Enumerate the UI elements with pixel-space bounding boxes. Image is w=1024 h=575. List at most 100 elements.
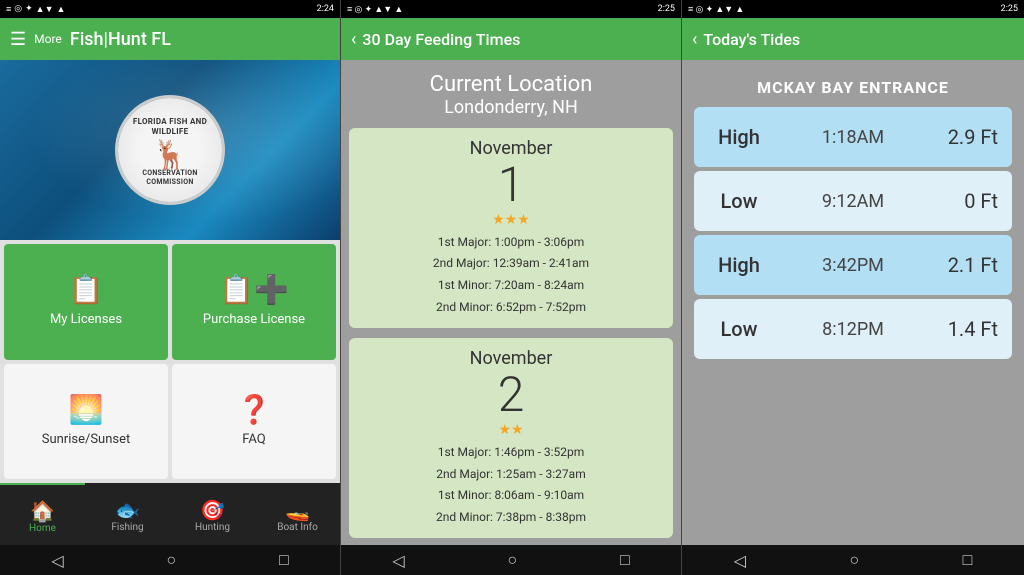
feeding-times-body: Current Location Londonderry, NH Novembe… — [341, 60, 681, 545]
time-3: 2:25 — [1001, 4, 1018, 14]
system-bar-1: ◁ ○ □ — [0, 545, 340, 575]
status-left-icons: ≡ ◎ ✦ ▲▼ ▲ — [6, 4, 65, 15]
recent-sys-btn-3[interactable]: □ — [963, 550, 973, 570]
menu-item-licenses[interactable]: 📋 My Licenses — [4, 244, 168, 360]
bottom-nav-1: 🏠 Home 🐟 Fishing 🎯 Hunting 🚤 Boat Info — [0, 483, 340, 545]
panel-tides: ≡ ◎ ✦ ▲▼ ▲ 2:25 ‹ Today's Tides MCKAY BA… — [682, 0, 1024, 575]
menu-icon: ≡ — [6, 4, 11, 15]
p2-icons: ≡ ◎ ✦ ▲▼ ▲ — [347, 4, 403, 15]
back-sys-btn[interactable]: ◁ — [51, 551, 63, 570]
status-bar-2: ≡ ◎ ✦ ▲▼ ▲ 2:25 — [341, 0, 681, 18]
time-1: 2:24 — [317, 4, 334, 14]
home-icon: 🏠 — [30, 501, 55, 521]
day1-time-1: 1st Major: 1:00pm - 3:06pm — [433, 232, 589, 254]
nav-boat-info[interactable]: 🚤 Boat Info — [255, 483, 340, 545]
day1-stars: ★★★ — [492, 212, 530, 228]
logo-text-top: FLORIDA FISH AND WILDLIFE — [118, 113, 222, 142]
location-subtitle: Londonderry, NH — [430, 97, 593, 118]
tide-time-1: 1:18AM — [774, 127, 932, 148]
signal-icon: ▲ — [57, 4, 66, 15]
location-title: Current Location — [430, 72, 593, 97]
panel3-header: ‹ Today's Tides — [682, 18, 1024, 60]
fishing-icon: 🐟 — [115, 500, 140, 520]
day2-time-1: 1st Major: 1:46pm - 3:52pm — [436, 442, 586, 464]
day1-times: 1st Major: 1:00pm - 3:06pm 2nd Major: 12… — [433, 232, 589, 318]
recent-sys-btn-2[interactable]: □ — [620, 550, 630, 570]
nav-fishing[interactable]: 🐟 Fishing — [85, 483, 170, 545]
tide-row-4: Low 8:12PM 1.4 Ft — [694, 299, 1012, 359]
time-2: 2:25 — [658, 4, 675, 14]
more-label[interactable]: More — [34, 32, 62, 46]
tide-height-1: 2.9 Ft — [932, 125, 1012, 149]
notification-icon: ◎ — [14, 4, 22, 14]
day-card-2: November 2 ★★ 1st Major: 1:46pm - 3:52pm… — [349, 338, 673, 538]
panel2-header: ‹ 30 Day Feeding Times — [341, 18, 681, 60]
home-sys-btn-3[interactable]: ○ — [849, 550, 859, 570]
day1-time-4: 2nd Minor: 6:52pm - 7:52pm — [433, 297, 589, 319]
status2-right: 2:25 — [658, 4, 675, 14]
boat-nav-label: Boat Info — [277, 522, 318, 533]
menu-item-faq[interactable]: ❓ FAQ — [172, 364, 336, 480]
purchase-icon: 📋➕ — [219, 276, 289, 304]
faq-label: FAQ — [242, 432, 265, 447]
status-bar-3: ≡ ◎ ✦ ▲▼ ▲ 2:25 — [682, 0, 1024, 18]
back-arrow-2[interactable]: ‹ — [351, 29, 356, 50]
hamburger-icon[interactable]: ☰ — [10, 29, 26, 50]
home-sys-btn-2[interactable]: ○ — [507, 550, 517, 570]
deer-icon: 🦌 — [153, 141, 188, 169]
system-bar-3: ◁ ○ □ — [682, 545, 1024, 575]
day1-time-2: 2nd Major: 12:39am - 2:41am — [433, 253, 589, 275]
status2-left: ≡ ◎ ✦ ▲▼ ▲ — [347, 4, 403, 15]
nav-hunting[interactable]: 🎯 Hunting — [170, 483, 255, 545]
tides-title: Today's Tides — [703, 30, 800, 49]
tide-time-4: 8:12PM — [774, 319, 932, 340]
back-sys-btn-3[interactable]: ◁ — [734, 551, 746, 570]
day1-time-3: 1st Minor: 7:20am - 8:24am — [433, 275, 589, 297]
location-header: Current Location Londonderry, NH — [430, 72, 593, 118]
day2-time-3: 1st Minor: 8:06am - 9:10am — [436, 485, 586, 507]
tide-row-3: High 3:42PM 2.1 Ft — [694, 235, 1012, 295]
menu-item-sunrise[interactable]: 🌅 Sunrise/Sunset — [4, 364, 168, 480]
app-title: Fish|Hunt FL — [70, 29, 171, 50]
day2-times: 1st Major: 1:46pm - 3:52pm 2nd Major: 1:… — [436, 442, 586, 528]
tide-height-2: 0 Ft — [932, 189, 1012, 213]
menu-item-purchase[interactable]: 📋➕ Purchase License — [172, 244, 336, 360]
tide-height-3: 2.1 Ft — [932, 253, 1012, 277]
fwc-logo: FLORIDA FISH AND WILDLIFE 🦌 CONSERVATION… — [115, 95, 225, 205]
status3-left: ≡ ◎ ✦ ▲▼ ▲ — [688, 4, 744, 15]
menu-grid: 📋 My Licenses 📋➕ Purchase License 🌅 Sunr… — [0, 240, 340, 483]
status-bar-1: ≡ ◎ ✦ ▲▼ ▲ 2:24 — [0, 0, 340, 18]
tide-type-2: Low — [694, 189, 774, 213]
logo-inner: FLORIDA FISH AND WILDLIFE 🦌 CONSERVATION… — [118, 98, 222, 202]
wifi-icon: ▲▼ — [36, 4, 54, 15]
licenses-icon: 📋 — [69, 276, 104, 304]
day2-number: 2 — [498, 369, 525, 422]
sunrise-label: Sunrise/Sunset — [42, 432, 131, 447]
tides-location: MCKAY BAY ENTRANCE — [694, 70, 1012, 107]
tide-time-2: 9:12AM — [774, 191, 932, 212]
hunting-icon: 🎯 — [200, 500, 225, 520]
day-card-1: November 1 ★★★ 1st Major: 1:00pm - 3:06p… — [349, 128, 673, 328]
day2-stars: ★★ — [498, 422, 523, 438]
back-sys-btn-2[interactable]: ◁ — [392, 551, 404, 570]
sunrise-icon: 🌅 — [69, 396, 104, 424]
tides-body: MCKAY BAY ENTRANCE High 1:18AM 2.9 Ft Lo… — [682, 60, 1024, 545]
home-sys-btn[interactable]: ○ — [166, 550, 176, 570]
panel-fishhunt: ≡ ◎ ✦ ▲▼ ▲ 2:24 ☰ More Fish|Hunt FL FLOR… — [0, 0, 340, 575]
tide-row-2: Low 9:12AM 0 Ft — [694, 171, 1012, 231]
day2-time-4: 2nd Minor: 7:38pm - 8:38pm — [436, 507, 586, 529]
day1-number: 1 — [498, 159, 525, 212]
tide-type-4: Low — [694, 317, 774, 341]
day2-time-2: 2nd Major: 1:25am - 3:27am — [436, 464, 586, 486]
status3-right: 2:25 — [1001, 4, 1018, 14]
licenses-label: My Licenses — [50, 312, 122, 327]
panel-feeding-times: ≡ ◎ ✦ ▲▼ ▲ 2:25 ‹ 30 Day Feeding Times C… — [340, 0, 682, 575]
tides-table: High 1:18AM 2.9 Ft Low 9:12AM 0 Ft High … — [694, 107, 1012, 535]
back-arrow-3[interactable]: ‹ — [692, 29, 697, 50]
boat-icon: 🚤 — [285, 500, 310, 520]
tide-type-1: High — [694, 125, 774, 149]
app-header-1: ☰ More Fish|Hunt FL — [0, 18, 340, 60]
recent-sys-btn[interactable]: □ — [279, 550, 289, 570]
nav-home[interactable]: 🏠 Home — [0, 483, 85, 545]
system-bar-2: ◁ ○ □ — [341, 545, 681, 575]
